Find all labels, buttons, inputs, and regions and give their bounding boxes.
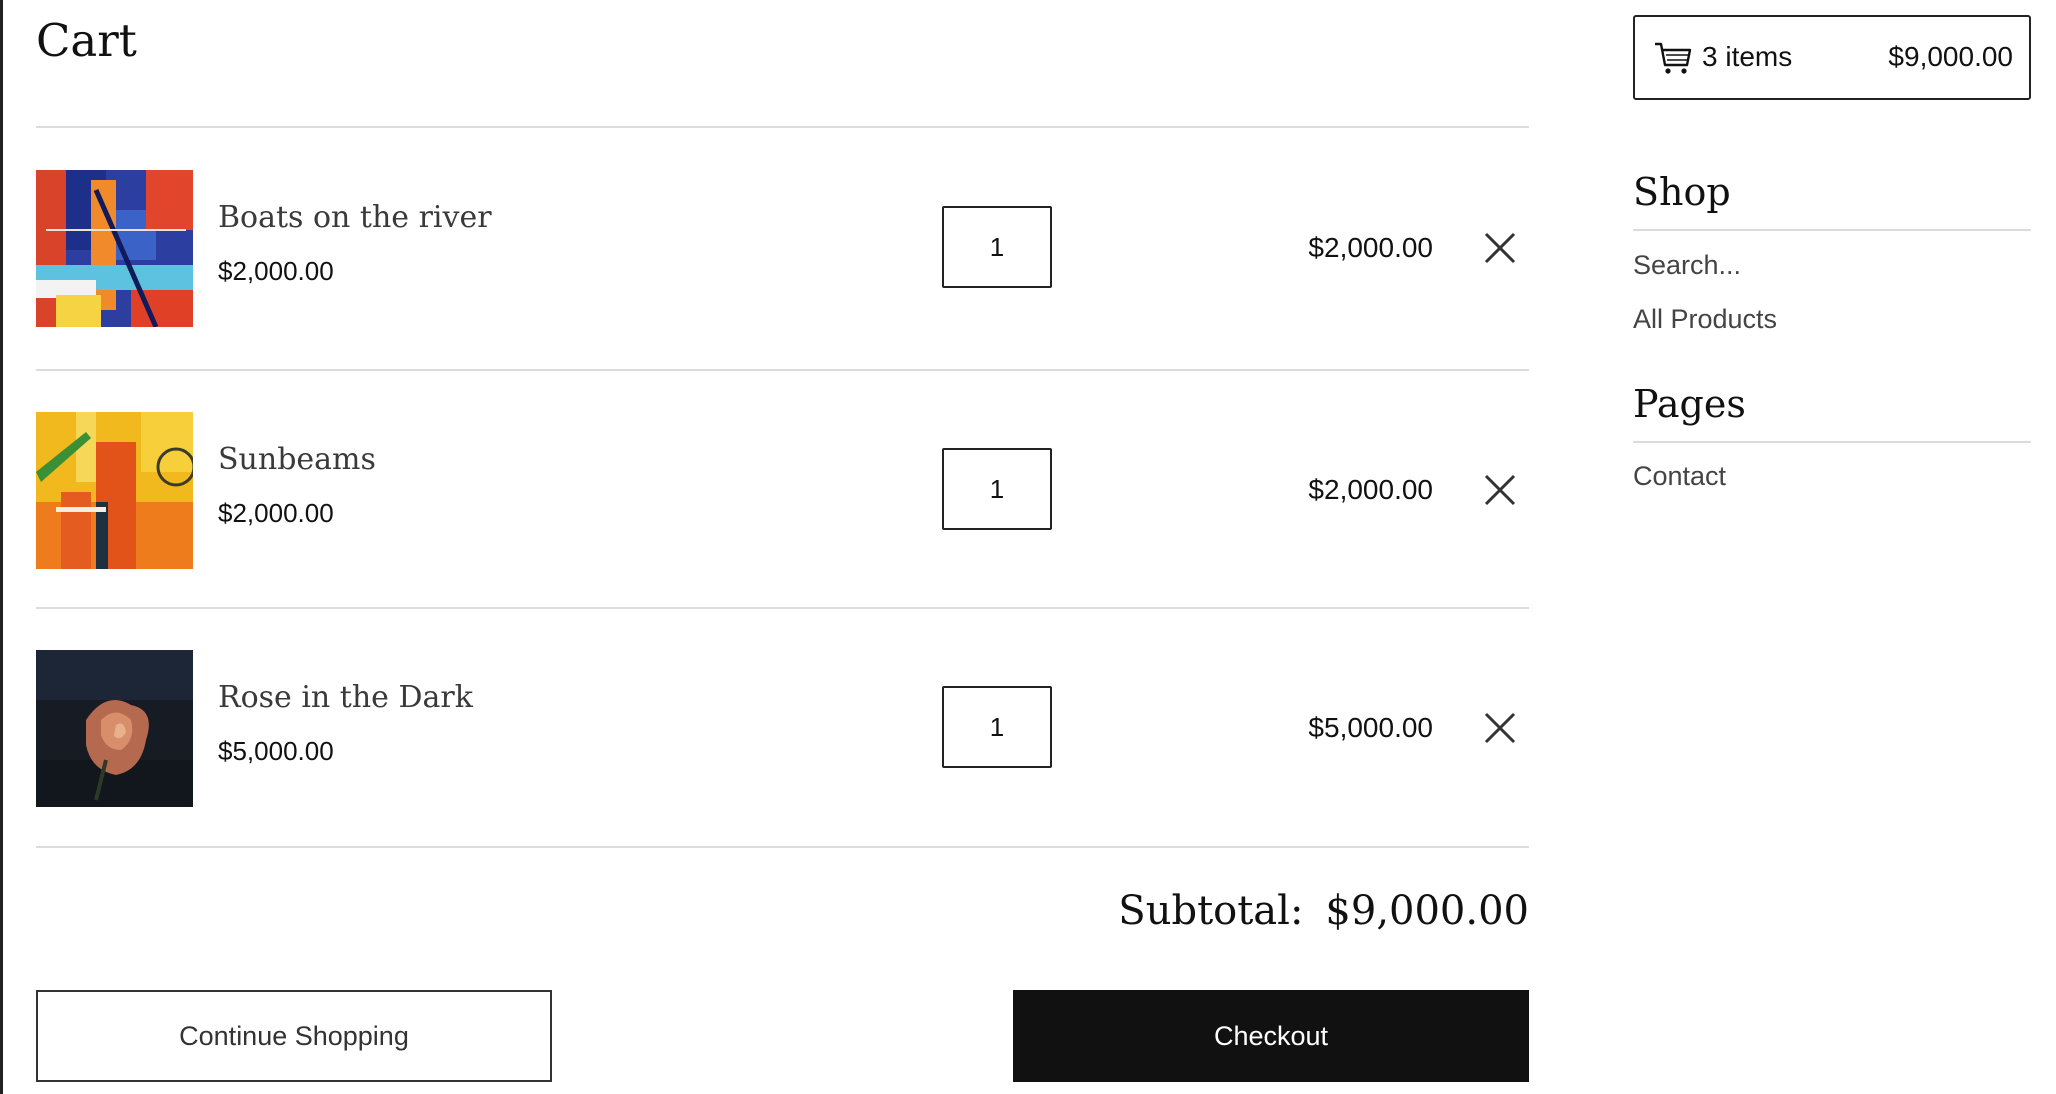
subtotal-label: Subtotal:	[1118, 888, 1304, 934]
subtotal-value: $9,000.00	[1325, 888, 1529, 934]
remove-item-icon[interactable]	[1483, 711, 1517, 745]
product-thumbnail-sunbeams[interactable]	[36, 412, 193, 569]
cart-row: Rose in the Dark $5,000.00 $5,000.00	[36, 650, 1529, 807]
remove-item-icon[interactable]	[1483, 231, 1517, 265]
product-name[interactable]: Boats on the river	[218, 200, 492, 235]
mini-cart-button[interactable]: 3 items $9,000.00	[1633, 15, 2031, 100]
line-total: $2,000.00	[1308, 474, 1433, 505]
line-total: $2,000.00	[1308, 232, 1433, 263]
product-name[interactable]: Sunbeams	[218, 442, 376, 477]
continue-shopping-label: Continue Shopping	[179, 1020, 409, 1051]
quantity-input[interactable]	[942, 448, 1052, 530]
continue-shopping-button[interactable]: Continue Shopping	[36, 990, 552, 1082]
all-products-link[interactable]: All Products	[1633, 304, 1777, 335]
product-price: $2,000.00	[218, 498, 334, 528]
product-price: $5,000.00	[218, 736, 334, 766]
quantity-input[interactable]	[942, 686, 1052, 768]
divider	[36, 607, 1529, 609]
product-name[interactable]: Rose in the Dark	[218, 680, 473, 715]
pages-heading: Pages	[1633, 382, 1746, 426]
page-title: Cart	[36, 14, 137, 67]
divider	[36, 846, 1529, 848]
window-edge	[0, 0, 3, 1094]
contact-link[interactable]: Contact	[1633, 461, 1726, 492]
checkout-button[interactable]: Checkout	[1013, 990, 1529, 1082]
cart-total: $9,000.00	[1888, 41, 2013, 72]
cart-icon	[1655, 42, 1692, 74]
line-total: $5,000.00	[1308, 712, 1433, 743]
product-thumbnail-rose[interactable]	[36, 650, 193, 807]
cart-row: Boats on the river $2,000.00 $2,000.00	[36, 170, 1529, 327]
divider	[1633, 229, 2031, 231]
quantity-input[interactable]	[942, 206, 1052, 288]
divider	[36, 369, 1529, 371]
cart-item-count: 3 items	[1702, 41, 1793, 72]
shop-heading: Shop	[1633, 170, 1731, 214]
product-price: $2,000.00	[218, 256, 334, 286]
remove-item-icon[interactable]	[1483, 473, 1517, 507]
checkout-label: Checkout	[1213, 1020, 1329, 1051]
subtotal: Subtotal: $9,000.00	[1118, 888, 1529, 934]
divider	[1633, 441, 2031, 443]
divider	[36, 126, 1529, 128]
product-thumbnail-boats[interactable]	[36, 170, 193, 327]
cart-row: Sunbeams $2,000.00 $2,000.00	[36, 412, 1529, 569]
search-link[interactable]: Search...	[1633, 250, 1741, 281]
